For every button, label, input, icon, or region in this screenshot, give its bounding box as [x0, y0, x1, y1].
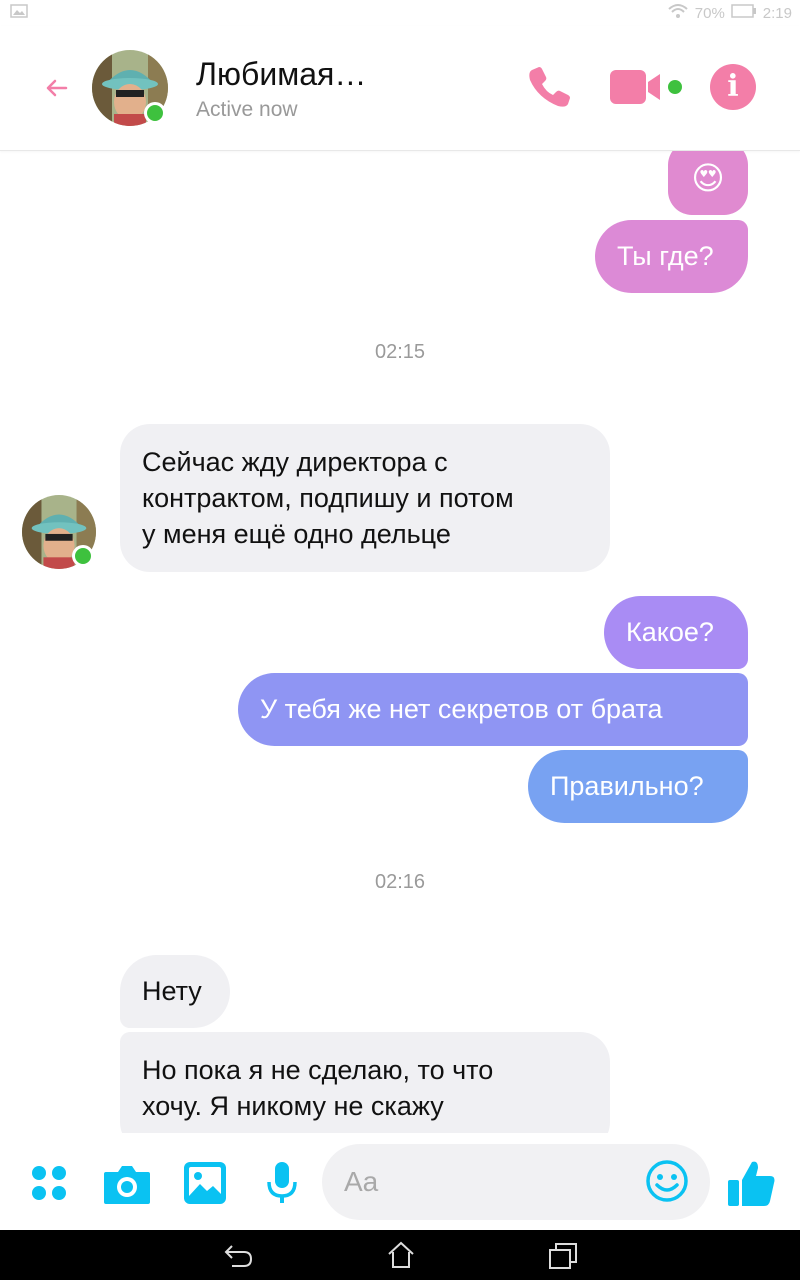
- message-outgoing-emoji[interactable]: 😍: [668, 151, 748, 215]
- online-indicator: [72, 545, 94, 567]
- four-dots-icon[interactable]: [30, 1164, 68, 1207]
- message-incoming[interactable]: Сейчас жду директора с контрактом, подпи…: [120, 424, 610, 572]
- message-line: хочу. Я никому не скажу: [142, 1091, 444, 1121]
- battery-percent: 70%: [694, 4, 725, 22]
- message-line: Но пока я не сделаю, то что: [142, 1055, 494, 1085]
- emoji-heart-eyes: 😍: [691, 159, 725, 197]
- clock: 2:19: [762, 4, 792, 22]
- message-line: Сейчас жду директора с: [142, 447, 448, 477]
- presence-status: Active now: [196, 98, 298, 121]
- phone-icon[interactable]: [524, 64, 574, 117]
- notification-image-icon: [10, 4, 28, 23]
- info-icon[interactable]: i: [710, 64, 756, 110]
- image-icon[interactable]: [182, 1160, 228, 1211]
- microphone-icon[interactable]: [264, 1160, 300, 1211]
- status-bar: 70% 2:19: [0, 0, 800, 26]
- message-outgoing[interactable]: У тебя же нет секретов от брата: [238, 673, 748, 746]
- timestamp: 02:15: [374, 341, 426, 363]
- message-incoming[interactable]: Но пока я не сделаю, то что хочу. Я нико…: [120, 1032, 610, 1133]
- contact-name[interactable]: Любимая…: [196, 56, 366, 93]
- home-nav-icon[interactable]: [386, 1240, 416, 1275]
- camera-icon[interactable]: [102, 1162, 152, 1211]
- message-outgoing[interactable]: Ты где?: [595, 220, 748, 293]
- conversation-header: Любимая… Active now i: [0, 26, 800, 151]
- message-outgoing[interactable]: Правильно?: [528, 750, 748, 823]
- system-navigation-bar: [0, 1230, 800, 1280]
- smiley-icon[interactable]: [644, 1158, 690, 1209]
- video-camera-icon[interactable]: [608, 68, 664, 111]
- arrow-left-icon[interactable]: [40, 72, 72, 104]
- online-indicator: [144, 102, 166, 124]
- thumbs-up-icon[interactable]: [724, 1156, 778, 1215]
- message-outgoing[interactable]: Какое?: [604, 596, 748, 669]
- message-line: контрактом, подпишу и потом: [142, 483, 514, 513]
- message-list[interactable]: 😍 Ты где? 02:15 Сейчас жду директора с к…: [0, 151, 800, 1133]
- message-input-placeholder: Aa: [344, 1166, 379, 1197]
- recents-nav-icon[interactable]: [548, 1242, 578, 1275]
- message-input[interactable]: Aa: [322, 1144, 710, 1220]
- composer-bar: Aa: [0, 1134, 800, 1230]
- message-incoming[interactable]: Нету: [120, 955, 230, 1028]
- back-nav-icon[interactable]: [224, 1242, 254, 1273]
- message-line: у меня ещё одно дельце: [142, 519, 451, 549]
- battery-icon: [731, 4, 757, 22]
- timestamp: 02:16: [374, 871, 426, 893]
- wifi-icon: [667, 3, 689, 23]
- video-active-indicator: [668, 80, 682, 94]
